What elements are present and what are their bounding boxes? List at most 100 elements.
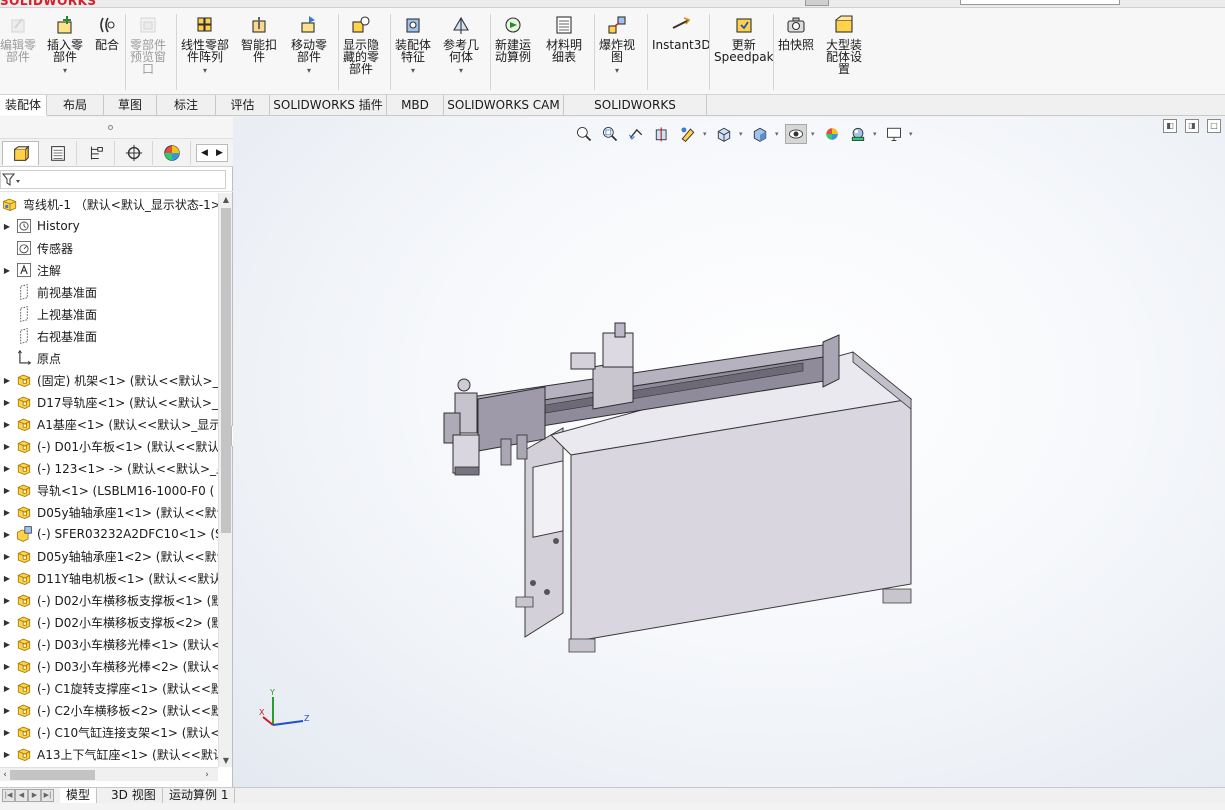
- tree-item[interactable]: 上视基准面: [0, 303, 218, 325]
- tree-item[interactable]: ▶ (固定) 机架<1> (默认<<默认>_显: [0, 369, 218, 391]
- tab-5[interactable]: SOLIDWORKS 插件: [270, 95, 387, 116]
- bill-of-materials-button[interactable]: 材料明 细表: [546, 14, 582, 63]
- mate-button[interactable]: 配合: [95, 14, 119, 51]
- dropdown-arrow-icon[interactable]: ▾: [615, 65, 619, 77]
- tab-8[interactable]: SOLIDWORKS Inspection: [564, 95, 707, 132]
- expand-arrow-icon[interactable]: ▶: [0, 750, 14, 759]
- scroll-up-icon[interactable]: ▲: [219, 193, 233, 206]
- tab-6[interactable]: MBD: [387, 95, 444, 116]
- bottom-tab-2[interactable]: 运动算例 1: [163, 788, 236, 803]
- search-box[interactable]: [960, 0, 1120, 5]
- tree-item[interactable]: 传感器: [0, 237, 218, 259]
- expand-arrow-icon[interactable]: ▶: [0, 596, 14, 605]
- expand-arrow-icon[interactable]: ▶: [0, 508, 14, 517]
- expand-arrow-icon[interactable]: ▶: [0, 420, 14, 429]
- insert-component-button[interactable]: 插入零 部件 ▾: [47, 14, 83, 77]
- tab-7[interactable]: SOLIDWORKS CAM: [444, 95, 564, 116]
- expand-arrow-icon[interactable]: ▶: [0, 662, 14, 671]
- scroll-right-icon[interactable]: ›: [202, 768, 212, 782]
- tree-filter-input[interactable]: [0, 170, 226, 189]
- show-hidden-button[interactable]: 显示隐 藏的零 部件: [343, 14, 379, 75]
- title-bar-button[interactable]: [805, 0, 829, 6]
- scroll-left-icon[interactable]: ‹: [0, 768, 10, 782]
- first-tab-icon[interactable]: |◀: [2, 789, 15, 802]
- tree-item[interactable]: ▶ A1基座<1> (默认<<默认>_显示状: [0, 413, 218, 435]
- panel-tab-configurationmanager[interactable]: [78, 141, 115, 165]
- tree-item[interactable]: ▶ (-) D02小车横移板支撑板<1> (默: [0, 589, 218, 611]
- tree-item[interactable]: ▶ 导轨<1> (LSBLM16-1000-F0 (: [0, 479, 218, 501]
- graphics-area[interactable]: ▾ ▾ ▾ ▾ ▾ ▾ ◧ ◨ □ Y Z X: [233, 117, 1225, 787]
- prev-tab-icon[interactable]: ◀: [15, 789, 28, 802]
- expand-arrow-icon[interactable]: ▶: [0, 376, 14, 385]
- scroll-down-icon[interactable]: ▼: [219, 754, 233, 767]
- assembly-model[interactable]: [233, 117, 1225, 787]
- tree-item[interactable]: 原点: [0, 347, 218, 369]
- move-component-button[interactable]: 移动零 部件 ▾: [291, 14, 327, 77]
- tree-item[interactable]: 前视基准面: [0, 281, 218, 303]
- tab-0[interactable]: 装配体: [0, 95, 47, 116]
- panel-tab-scroller[interactable]: ◀ ▶: [196, 144, 228, 162]
- expand-arrow-icon[interactable]: ▶: [0, 398, 14, 407]
- expand-arrow-icon[interactable]: ▶: [0, 464, 14, 473]
- expand-arrow-icon[interactable]: ▶: [0, 574, 14, 583]
- tree-item[interactable]: ▶ (-) SFER03232A2DFC10<1> (SI: [0, 523, 218, 545]
- bottom-tab-0[interactable]: 模型: [60, 788, 98, 803]
- scroll-thumb[interactable]: [10, 770, 95, 780]
- tree-item[interactable]: ▶ D11Y轴电机板<1> (默认<<默认: [0, 567, 218, 589]
- panel-grip[interactable]: [0, 117, 233, 139]
- tree-item[interactable]: ▶ (-) D01小车板<1> (默认<<默认>: [0, 435, 218, 457]
- new-motion-study-button[interactable]: 新建运 动算例: [495, 14, 531, 63]
- expand-arrow-icon[interactable]: ▶: [0, 618, 14, 627]
- tree-item[interactable]: ▶ History: [0, 215, 218, 237]
- tab-2[interactable]: 草图: [104, 95, 157, 116]
- next-tab-icon[interactable]: ▶: [28, 789, 41, 802]
- tree-vertical-scrollbar[interactable]: ▲ ▼: [218, 193, 232, 767]
- tree-item[interactable]: 右视基准面: [0, 325, 218, 347]
- expand-arrow-icon[interactable]: ▶: [0, 640, 14, 649]
- take-snapshot-button[interactable]: 拍快照: [778, 14, 814, 51]
- expand-arrow-icon[interactable]: ▶: [0, 706, 14, 715]
- expand-arrow-icon[interactable]: ▶: [0, 486, 14, 495]
- scroll-right-icon[interactable]: ▶: [212, 145, 227, 161]
- tree-item[interactable]: ▶ (-) D02小车横移板支撑板<2> (默: [0, 611, 218, 633]
- dropdown-arrow-icon[interactable]: ▾: [411, 65, 415, 77]
- dropdown-arrow-icon[interactable]: ▾: [203, 65, 207, 77]
- expand-arrow-icon[interactable]: ▶: [0, 728, 14, 737]
- exploded-view-button[interactable]: 爆炸视 图 ▾: [599, 14, 635, 77]
- dropdown-arrow-icon[interactable]: ▾: [459, 65, 463, 77]
- tab-4[interactable]: 评估: [216, 95, 270, 116]
- tree-item[interactable]: ▶ D05y轴轴承座1<2> (默认<<默认: [0, 545, 218, 567]
- panel-tab-dimxpert[interactable]: [116, 141, 153, 165]
- tree-item[interactable]: ▶ D05y轴轴承座1<1> (默认<<默认: [0, 501, 218, 523]
- tree-item[interactable]: ▶ (-) C1旋转支撑座<1> (默认<<默: [0, 677, 218, 699]
- expand-arrow-icon[interactable]: ▶: [0, 552, 14, 561]
- bottom-tab-1[interactable]: 3D 视图: [105, 788, 163, 803]
- expand-arrow-icon[interactable]: ▶: [0, 530, 14, 539]
- tree-item[interactable]: ▶ 注解: [0, 259, 218, 281]
- instant3d-button[interactable]: Instant3D: [652, 14, 711, 51]
- tree-item[interactable]: ▶ A13上下气缸座<1> (默认<<默认: [0, 743, 218, 765]
- update-speedpak-button[interactable]: 更新 Speedpak: [714, 14, 774, 63]
- scroll-left-icon[interactable]: ◀: [197, 145, 212, 161]
- last-tab-icon[interactable]: ▶|: [41, 789, 54, 802]
- tab-3[interactable]: 标注: [157, 95, 216, 116]
- expand-arrow-icon[interactable]: ▶: [0, 266, 14, 275]
- dropdown-arrow-icon[interactable]: ▾: [307, 65, 311, 77]
- expand-arrow-icon[interactable]: ▶: [0, 222, 14, 231]
- tree-item[interactable]: ▶ (-) C2小车横移板<2> (默认<<默: [0, 699, 218, 721]
- tree-item[interactable]: ▶ D17导轨座<1> (默认<<默认>_显: [0, 391, 218, 413]
- assembly-features-button[interactable]: 装配体 特征 ▾: [395, 14, 431, 77]
- tree-item[interactable]: ▶ (-) D03小车横移光棒<1> (默认<: [0, 633, 218, 655]
- tree-root-item[interactable]: 弯线机-1 （默认<默认_显示状态-1>）: [0, 193, 218, 215]
- panel-tab-propertymanager[interactable]: [40, 141, 77, 165]
- dropdown-arrow-icon[interactable]: ▾: [63, 65, 67, 77]
- tree-item[interactable]: ▶ (-) 123<1> -> (默认<<默认>_显: [0, 457, 218, 479]
- panel-tab-featuremanager[interactable]: [2, 141, 39, 165]
- smart-fasteners-button[interactable]: 智能扣 件: [241, 14, 277, 63]
- tree-horizontal-scrollbar[interactable]: ‹ ›: [0, 767, 218, 781]
- tree-item[interactable]: ▶ (-) D03小车横移光棒<2> (默认<: [0, 655, 218, 677]
- tab-1[interactable]: 布局: [47, 95, 104, 116]
- expand-arrow-icon[interactable]: ▶: [0, 684, 14, 693]
- panel-tab-appearance[interactable]: [154, 141, 191, 165]
- reference-geometry-button[interactable]: 参考几 何体 ▾: [443, 14, 479, 77]
